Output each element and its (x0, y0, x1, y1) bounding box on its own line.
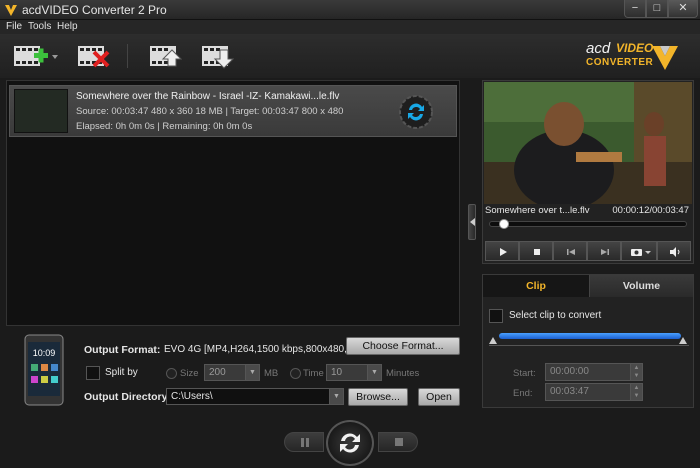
logo-v-icon (652, 46, 678, 70)
maximize-button[interactable]: □ (646, 0, 668, 18)
convert-icon (340, 433, 360, 453)
collapse-panel-handle[interactable] (468, 204, 476, 240)
remove-video-icon[interactable] (76, 42, 110, 70)
preview-panel: Somewhere over t...le.flv 00:00:12/00:03… (482, 80, 694, 264)
size-value: 200 (209, 367, 226, 378)
end-time-input[interactable]: 00:03:47 ▲ ▼ (545, 383, 643, 401)
select-clip-checkbox[interactable] (489, 309, 503, 323)
output-directory-select[interactable]: C:\Users\ ▼ (166, 388, 344, 405)
video-preview (484, 82, 692, 204)
stop-button[interactable] (378, 432, 418, 452)
seek-handle[interactable] (499, 219, 509, 229)
tab-clip[interactable]: Clip (483, 275, 589, 297)
brand-logo: acd VIDEO CONVERTER (584, 40, 684, 74)
clip-range-track (489, 345, 689, 346)
size-unit: MB (264, 368, 279, 379)
convert-item-icon[interactable] (398, 94, 434, 130)
browse-button[interactable]: Browse... (348, 388, 408, 406)
list-item[interactable]: Somewhere over the Rainbow - Israel -IZ-… (9, 85, 457, 137)
spinner-icon[interactable]: ▲ ▼ (630, 364, 642, 380)
file-list: Somewhere over the Rainbow - Israel -IZ-… (6, 80, 460, 326)
size-radio[interactable] (166, 368, 177, 379)
camera-icon (631, 249, 651, 256)
app-logo-icon (5, 5, 17, 16)
clip-panel: Clip Volume Select clip to convert Start… (482, 274, 694, 408)
chevron-down-icon: ▼ (329, 389, 343, 404)
output-format-value: EVO 4G [MP4,H264,1500 kbps,800x480,... (164, 344, 356, 355)
tab-volume[interactable]: Volume (589, 275, 693, 297)
close-button[interactable]: ✕ (668, 0, 698, 18)
speaker-icon (670, 247, 680, 257)
convert-button[interactable] (326, 420, 374, 466)
pause-button[interactable] (284, 432, 324, 452)
clip-start-marker[interactable] (489, 337, 497, 344)
play-icon (500, 248, 507, 256)
menu-tools[interactable]: Tools (28, 21, 51, 32)
logo-converter: CONVERTER (586, 57, 654, 68)
open-button[interactable]: Open (418, 388, 460, 406)
menu-file[interactable]: File (6, 21, 22, 32)
video-frame (484, 82, 692, 204)
seek-bar[interactable] (489, 219, 687, 229)
conversion-controls (0, 414, 700, 468)
end-label: End: (513, 388, 533, 399)
start-time-value: 00:00:00 (550, 366, 589, 377)
logo-acd: acd (586, 40, 611, 57)
stop-icon (534, 249, 540, 255)
time-label: Time (303, 368, 324, 379)
move-down-icon[interactable] (200, 42, 234, 70)
stop-icon (395, 438, 403, 446)
menu-bar: File Tools Help (0, 20, 700, 34)
playback-controls (485, 241, 691, 261)
split-by-label: Split by (105, 367, 138, 378)
time-value: 10 (331, 367, 343, 378)
previous-frame-button[interactable] (553, 241, 587, 261)
time-radio[interactable] (290, 368, 301, 379)
select-clip-label: Select clip to convert (509, 310, 602, 321)
play-button[interactable] (485, 241, 519, 261)
title-bar: acdVIDEO Converter 2 Pro − □ ✕ (0, 0, 700, 20)
choose-format-button[interactable]: Choose Format... (346, 337, 460, 355)
menu-help[interactable]: Help (57, 21, 78, 32)
skip-forward-icon (601, 249, 609, 255)
toolbar-separator (127, 44, 128, 68)
file-progress-time: Elapsed: 0h 0m 0s | Remaining: 0h 0m 0s (76, 121, 253, 132)
preview-time: 00:00:12/00:03:47 (612, 205, 689, 216)
output-directory-value: C:\Users\ (171, 391, 213, 402)
size-label: Size (180, 368, 199, 379)
window-title: acdVIDEO Converter 2 Pro (22, 3, 167, 17)
chevron-left-icon (470, 218, 475, 226)
next-frame-button[interactable] (587, 241, 621, 261)
skip-back-icon (567, 249, 575, 255)
output-directory-label: Output Directory: (84, 391, 171, 403)
clip-range-bar[interactable] (499, 333, 681, 339)
output-format-label: Output Format: (84, 344, 161, 356)
file-name: Somewhere over the Rainbow - Israel -IZ-… (76, 91, 340, 102)
preview-file-name: Somewhere over t...le.flv (485, 205, 590, 216)
device-phone-icon: 10:09 (24, 334, 64, 406)
end-time-value: 00:03:47 (550, 386, 589, 397)
volume-button[interactable] (657, 241, 691, 261)
start-time-input[interactable]: 00:00:00 ▲ ▼ (545, 363, 643, 381)
add-video-icon[interactable] (12, 42, 60, 70)
stop-playback-button[interactable] (519, 241, 553, 261)
snapshot-button[interactable] (621, 241, 657, 261)
chevron-down-icon: ▼ (367, 365, 381, 380)
chevron-down-icon: ▼ (245, 365, 259, 380)
spinner-icon[interactable]: ▲ ▼ (630, 384, 642, 400)
output-settings-panel: 10:09 Output Format: EVO 4G [MP4,H264,15… (6, 328, 476, 412)
split-by-checkbox[interactable] (86, 366, 100, 380)
pause-icon (301, 438, 309, 447)
move-up-icon[interactable] (148, 42, 182, 70)
time-unit: Minutes (386, 368, 420, 379)
clip-end-marker[interactable] (679, 337, 687, 344)
file-info: Source: 00:03:47 480 x 360 18 MB | Targe… (76, 106, 344, 117)
time-select[interactable]: 10 ▼ (326, 364, 382, 381)
minimize-button[interactable]: − (624, 0, 646, 18)
video-thumbnail (14, 89, 68, 133)
size-select[interactable]: 200 ▼ (204, 364, 260, 381)
svg-text:10:09: 10:09 (33, 348, 56, 358)
logo-video: VIDEO (616, 41, 654, 55)
start-label: Start: (513, 368, 536, 379)
